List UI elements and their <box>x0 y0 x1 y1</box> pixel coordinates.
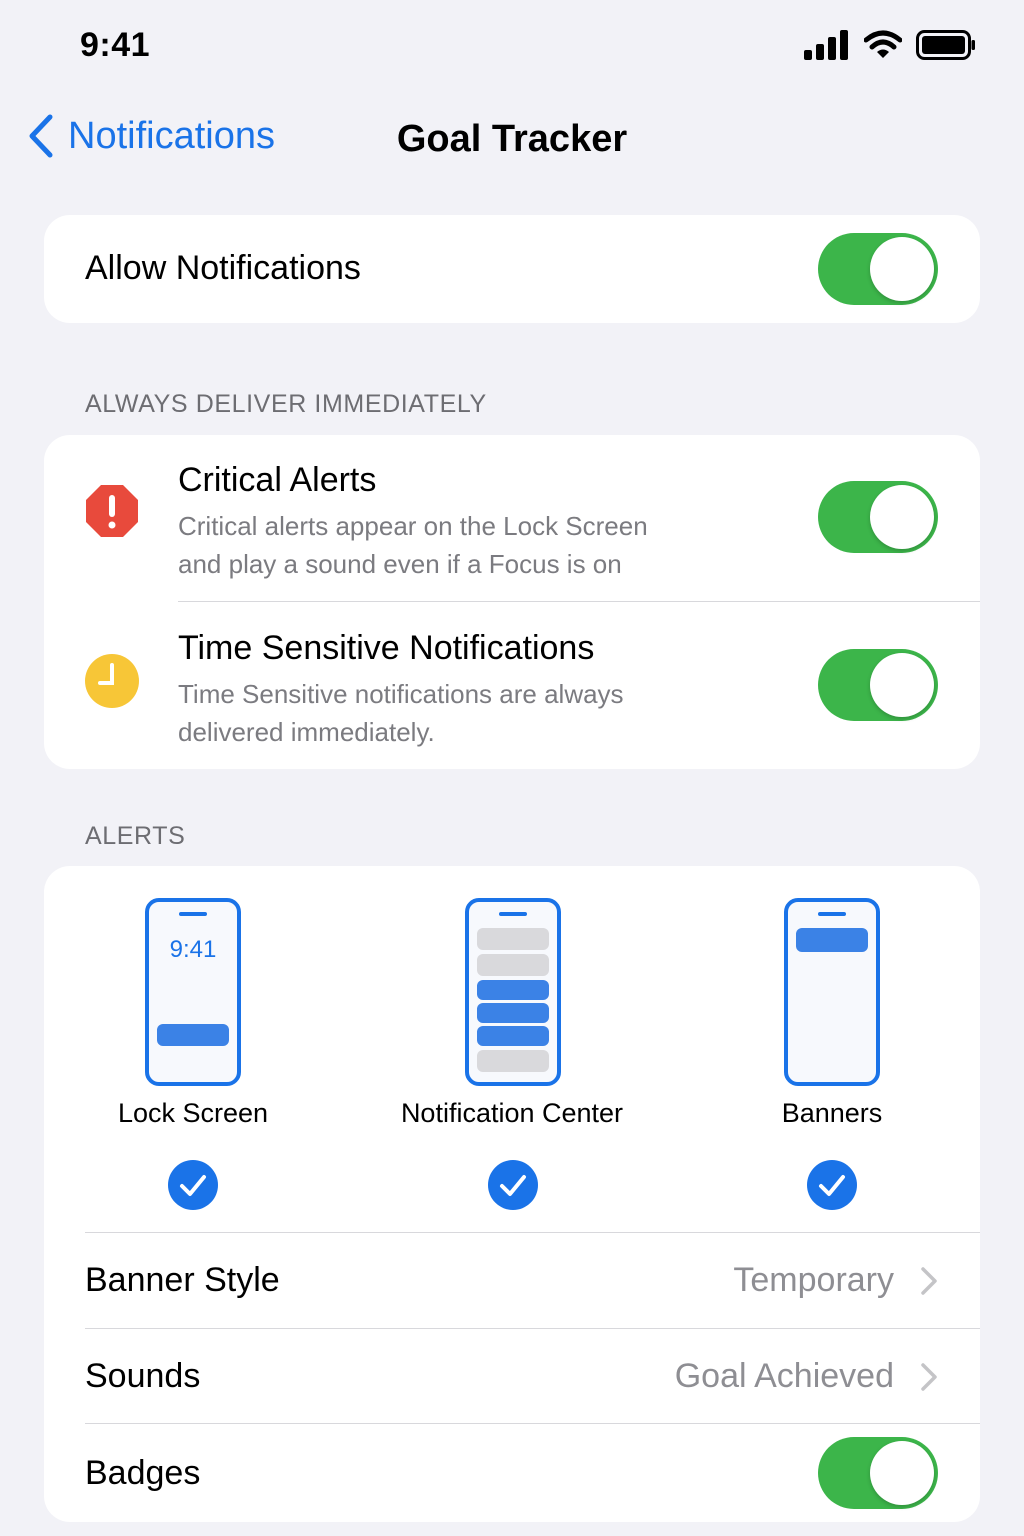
toggle-knob <box>870 653 934 717</box>
checkmark-icon <box>819 1175 845 1196</box>
banners-preview[interactable] <box>784 898 880 1086</box>
phone-notch <box>179 912 207 916</box>
status-icons <box>804 30 976 60</box>
chevron-right-icon <box>921 1363 937 1391</box>
badges-label: Badges <box>85 1454 201 1492</box>
nc-item <box>477 1003 549 1023</box>
phone-notch <box>499 912 527 916</box>
checkmark-icon <box>500 1175 526 1196</box>
chevron-right-icon <box>921 1267 937 1295</box>
time-sensitive-title: Time Sensitive Notifications <box>178 629 595 667</box>
section-header-alerts: ALERTS <box>85 822 186 850</box>
banner-style-label: Banner Style <box>85 1261 280 1299</box>
divider <box>178 601 980 602</box>
banner-style-row[interactable]: Banner Style Temporary <box>44 1233 980 1327</box>
nc-item <box>477 980 549 1000</box>
banner-style-value: Temporary <box>733 1261 894 1299</box>
battery-icon <box>916 30 975 60</box>
immediate-delivery-card: Critical Alerts Critical alerts appear o… <box>44 435 980 769</box>
toggle-knob <box>870 237 934 301</box>
page-title: Goal Tracker <box>396 118 628 160</box>
lock-screen-preview[interactable]: 9:41 <box>145 898 241 1086</box>
sounds-label: Sounds <box>85 1357 201 1395</box>
time-sensitive-toggle[interactable] <box>818 649 938 721</box>
wifi-icon <box>864 30 902 58</box>
time-sensitive-description-line2: delivered immediately. <box>178 717 435 747</box>
nc-item <box>477 1050 549 1072</box>
lock-screen-checkmark[interactable] <box>168 1160 218 1210</box>
banner-notification <box>796 928 868 952</box>
lock-screen-time: 9:41 <box>169 936 217 963</box>
nav-bar: Notifications Goal Tracker <box>0 100 1024 180</box>
banners-checkmark[interactable] <box>807 1160 857 1210</box>
nc-item <box>477 1026 549 1046</box>
lock-screen-notification <box>157 1024 229 1046</box>
notification-center-label: Notification Center <box>400 1098 624 1128</box>
critical-alerts-toggle[interactable] <box>818 481 938 553</box>
critical-alerts-description-line1: Critical alerts appear on the Lock Scree… <box>178 511 648 541</box>
notification-center-checkmark[interactable] <box>488 1160 538 1210</box>
clock-icon <box>85 654 139 708</box>
nc-item <box>477 928 549 950</box>
sounds-row[interactable]: Sounds Goal Achieved <box>44 1329 980 1423</box>
divider <box>85 1423 980 1424</box>
badges-toggle[interactable] <box>818 1437 938 1509</box>
checkmark-icon <box>180 1175 206 1196</box>
lock-screen-label: Lock Screen <box>117 1098 269 1128</box>
critical-alerts-description-line2: and play a sound even if a Focus is on <box>178 549 622 579</box>
allow-notifications-label: Allow Notifications <box>85 249 361 287</box>
sounds-value: Goal Achieved <box>674 1357 894 1395</box>
status-bar: 9:41 <box>0 0 1024 96</box>
banners-label: Banners <box>781 1098 883 1128</box>
status-time: 9:41 <box>80 26 151 64</box>
nc-item <box>477 954 549 976</box>
toggle-knob <box>870 1441 934 1505</box>
alerts-card: 9:41 Lock Screen Notification Center Ban… <box>44 866 980 1522</box>
toggle-knob <box>870 485 934 549</box>
time-sensitive-description-line1: Time Sensitive notifications are always <box>178 679 624 709</box>
allow-notifications-card: Allow Notifications <box>44 215 980 323</box>
section-header-immediate: ALWAYS DELIVER IMMEDIATELY <box>85 390 487 418</box>
allow-notifications-toggle[interactable] <box>818 233 938 305</box>
cellular-signal-icon <box>804 30 848 60</box>
critical-alert-icon <box>86 485 138 537</box>
phone-notch <box>818 912 846 916</box>
critical-alerts-title: Critical Alerts <box>178 461 377 499</box>
notification-center-preview[interactable] <box>465 898 561 1086</box>
